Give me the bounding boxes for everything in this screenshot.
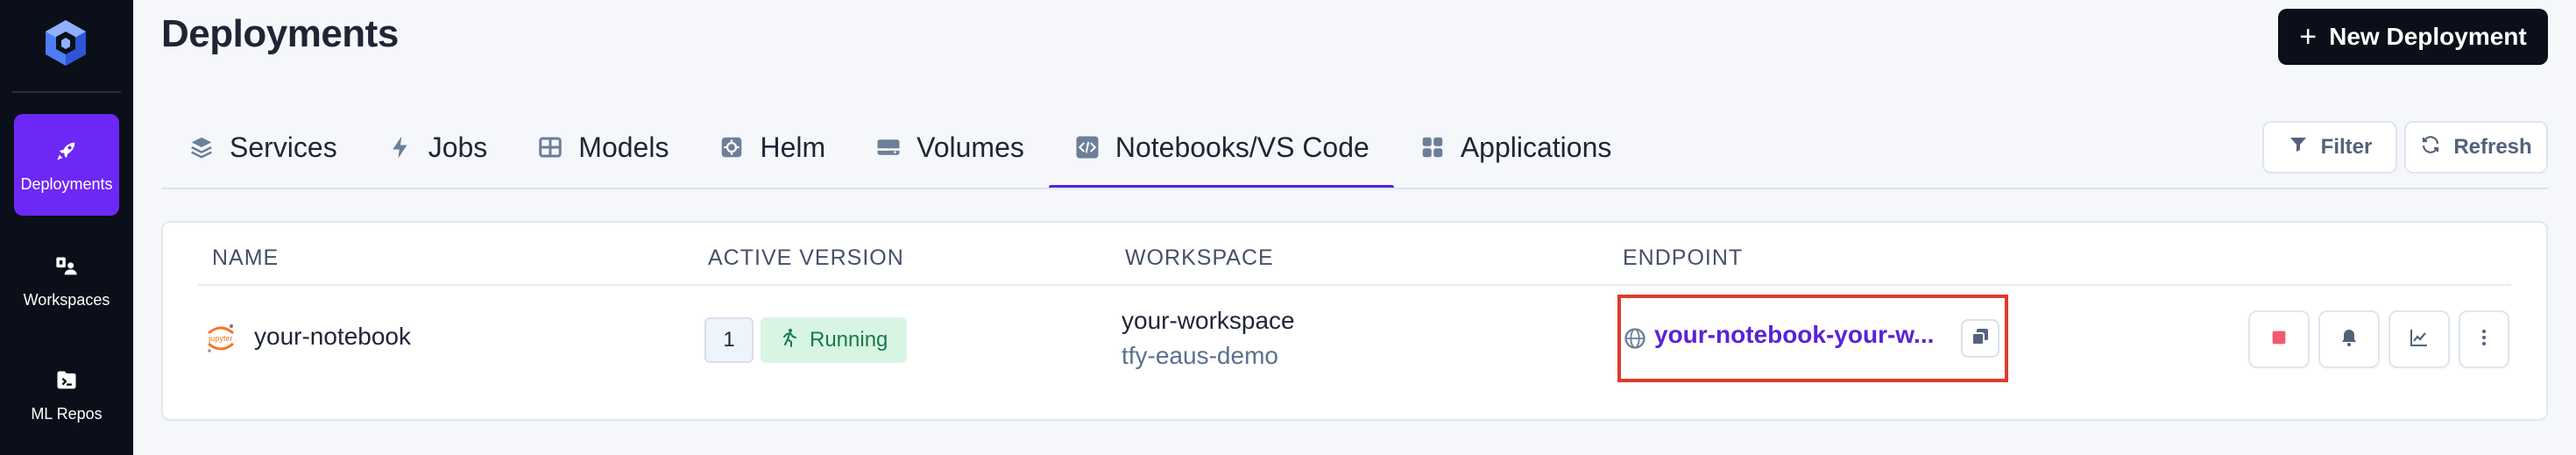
workspace-name[interactable]: your-workspace bbox=[1122, 307, 1295, 335]
helm-icon bbox=[718, 133, 746, 161]
deployments-table: NAME ACTIVE VERSION WORKSPACE ENDPOINT j… bbox=[161, 221, 2548, 421]
code-icon bbox=[1073, 133, 1101, 161]
column-header-active-version: ACTIVE VERSION bbox=[708, 245, 904, 270]
sidebar-item-deployments[interactable]: Deployments bbox=[14, 114, 119, 216]
apps-icon bbox=[1419, 133, 1447, 161]
tab-label: Jobs bbox=[428, 131, 488, 163]
tab-services[interactable]: Services bbox=[161, 119, 362, 175]
notebook-name[interactable]: your-notebook bbox=[254, 323, 411, 351]
status-badge: Running bbox=[761, 317, 908, 363]
sidebar-item-label: Workspaces bbox=[23, 290, 110, 309]
sidebar-item-label: Deployments bbox=[20, 174, 113, 193]
plus-icon: + bbox=[2299, 20, 2318, 53]
copy-icon bbox=[1970, 326, 1991, 352]
stop-icon bbox=[2269, 328, 2289, 352]
refresh-button[interactable]: Refresh bbox=[2404, 121, 2548, 174]
sidebar-divider bbox=[12, 91, 121, 93]
filter-icon bbox=[2288, 134, 2309, 161]
cluster-name: tfy-eaus-demo bbox=[1122, 342, 1278, 369]
tab-label: Applications bbox=[1460, 131, 1612, 163]
filter-button[interactable]: Filter bbox=[2262, 121, 2397, 174]
copy-endpoint-button[interactable] bbox=[1961, 319, 1999, 358]
sidebar: Deployments Workspaces ML Repos bbox=[0, 0, 133, 455]
layers-icon bbox=[188, 133, 216, 161]
sidebar-item-workspaces[interactable]: Workspaces bbox=[14, 230, 119, 331]
bell-icon bbox=[2339, 327, 2360, 352]
rocket-icon bbox=[53, 137, 81, 165]
tab-applications[interactable]: Applications bbox=[1394, 119, 1637, 175]
running-icon bbox=[778, 327, 799, 354]
workspaces-icon bbox=[53, 252, 81, 281]
sidebar-item-ml-repos[interactable]: ML Repos bbox=[14, 344, 119, 445]
alerts-button[interactable] bbox=[2318, 310, 2380, 368]
jupyter-icon: jupyter bbox=[203, 321, 238, 356]
column-header-workspace: WORKSPACE bbox=[1125, 245, 1274, 270]
endpoint-link[interactable]: your-notebook-your-w... bbox=[1654, 321, 1952, 349]
refresh-icon bbox=[2420, 134, 2441, 161]
refresh-label: Refresh bbox=[2453, 135, 2532, 159]
new-deployment-button[interactable]: + New Deployment bbox=[2278, 9, 2548, 65]
tabs-divider bbox=[161, 188, 2548, 189]
tab-helm[interactable]: Helm bbox=[693, 119, 850, 175]
deployment-tabs: Services Jobs Models Helm Volumes Notebo… bbox=[161, 119, 1636, 191]
jupyter-icon-text: jupyter bbox=[208, 334, 232, 343]
page-title: Deployments bbox=[161, 12, 399, 55]
more-options-button[interactable] bbox=[2459, 310, 2509, 368]
ml-repos-icon bbox=[53, 366, 81, 395]
tab-jobs[interactable]: Jobs bbox=[362, 119, 513, 175]
tab-label: Models bbox=[578, 131, 669, 163]
new-deployment-label: New Deployment bbox=[2329, 23, 2527, 50]
sidebar-item-label: ML Repos bbox=[31, 404, 103, 423]
globe-icon bbox=[1623, 326, 1647, 351]
tab-label: Services bbox=[230, 131, 337, 163]
tab-label: Volumes bbox=[916, 131, 1024, 163]
stop-button[interactable] bbox=[2248, 310, 2310, 368]
volumes-icon bbox=[874, 133, 902, 161]
truefoundry-logo-icon[interactable] bbox=[40, 18, 91, 68]
column-header-endpoint: ENDPOINT bbox=[1623, 245, 1744, 270]
table-header-divider bbox=[198, 284, 2511, 286]
filter-label: Filter bbox=[2320, 135, 2373, 159]
bolt-icon bbox=[386, 133, 414, 161]
status-label: Running bbox=[810, 328, 888, 352]
column-header-name: NAME bbox=[212, 245, 280, 270]
version-badge[interactable]: 1 bbox=[704, 317, 754, 363]
tab-volumes[interactable]: Volumes bbox=[850, 119, 1049, 175]
tab-label: Notebooks/VS Code bbox=[1115, 131, 1369, 163]
tab-label: Helm bbox=[760, 131, 826, 163]
chart-icon bbox=[2409, 327, 2430, 352]
models-icon bbox=[536, 133, 564, 161]
more-vertical-icon bbox=[2473, 327, 2495, 352]
tab-notebooks-vscode[interactable]: Notebooks/VS Code bbox=[1048, 119, 1394, 189]
metrics-button[interactable] bbox=[2388, 310, 2450, 368]
tab-models[interactable]: Models bbox=[512, 119, 693, 175]
